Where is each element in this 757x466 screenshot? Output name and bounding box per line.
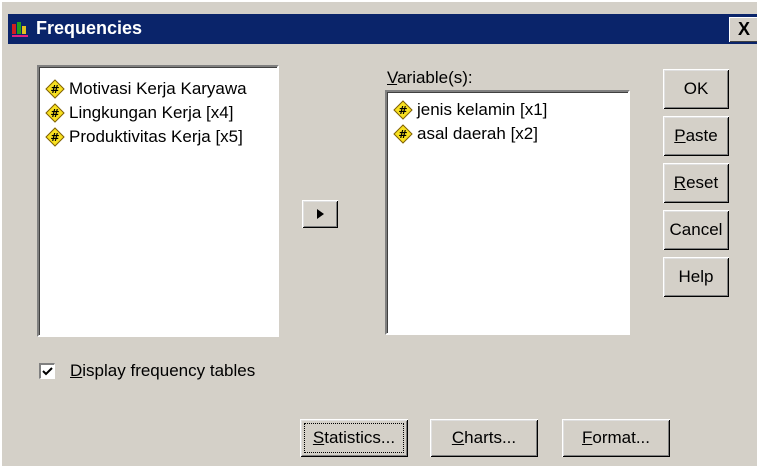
svg-text:#: #	[50, 83, 59, 96]
variable-name: jenis kelamin [x1]	[417, 100, 548, 119]
statistics-button[interactable]: Statistics...	[300, 419, 408, 457]
help-button[interactable]: Help	[663, 257, 729, 297]
title-bar[interactable]: Frequencies	[8, 14, 757, 44]
numeric-variable-icon: #	[45, 127, 65, 147]
cancel-button[interactable]: Cancel	[663, 210, 729, 250]
variable-name: Lingkungan Kerja [x4]	[69, 103, 234, 122]
list-item[interactable]: # asal daerah [x2]	[393, 122, 628, 146]
numeric-variable-icon: #	[393, 100, 413, 120]
reset-button[interactable]: Reset	[663, 163, 729, 203]
target-variable-list[interactable]: # jenis kelamin [x1] # asal daerah [x2]	[385, 90, 630, 335]
numeric-variable-icon: #	[393, 124, 413, 144]
frequencies-dialog: Frequencies X # Motivasi Kerja Karyawa #…	[0, 0, 757, 466]
numeric-variable-icon: #	[45, 79, 65, 99]
close-icon: X	[737, 19, 750, 39]
numeric-variable-icon: #	[45, 103, 65, 123]
display-frequency-tables-label[interactable]: Display frequency tables	[70, 361, 255, 381]
svg-text:#: #	[50, 107, 59, 120]
svg-text:#: #	[398, 128, 407, 141]
variable-name: Produktivitas Kerja [x5]	[69, 127, 243, 146]
close-button[interactable]: X	[729, 17, 757, 42]
paste-button[interactable]: Paste	[663, 116, 729, 156]
display-frequency-tables-checkbox[interactable]	[39, 363, 55, 379]
arrow-right-icon	[317, 209, 324, 219]
svg-text:#: #	[50, 131, 59, 144]
list-item[interactable]: # Produktivitas Kerja [x5]	[45, 125, 277, 149]
checkmark-icon	[42, 367, 53, 376]
variables-label: Variable(s):	[387, 68, 473, 87]
variable-name: Motivasi Kerja Karyawa	[69, 79, 247, 98]
source-variable-list[interactable]: # Motivasi Kerja Karyawa # Lingkungan Ke…	[37, 65, 279, 337]
spss-app-icon	[12, 22, 28, 37]
window-title: Frequencies	[36, 18, 143, 38]
list-item[interactable]: # Lingkungan Kerja [x4]	[45, 101, 277, 125]
ok-button[interactable]: OK	[663, 69, 729, 109]
list-item[interactable]: # Motivasi Kerja Karyawa	[45, 77, 277, 101]
list-item[interactable]: # jenis kelamin [x1]	[393, 98, 628, 122]
format-button[interactable]: Format...	[562, 419, 670, 457]
variable-name: asal daerah [x2]	[417, 124, 538, 143]
move-variable-button[interactable]	[302, 200, 338, 228]
charts-button[interactable]: Charts...	[430, 419, 538, 457]
svg-text:#: #	[398, 104, 407, 117]
